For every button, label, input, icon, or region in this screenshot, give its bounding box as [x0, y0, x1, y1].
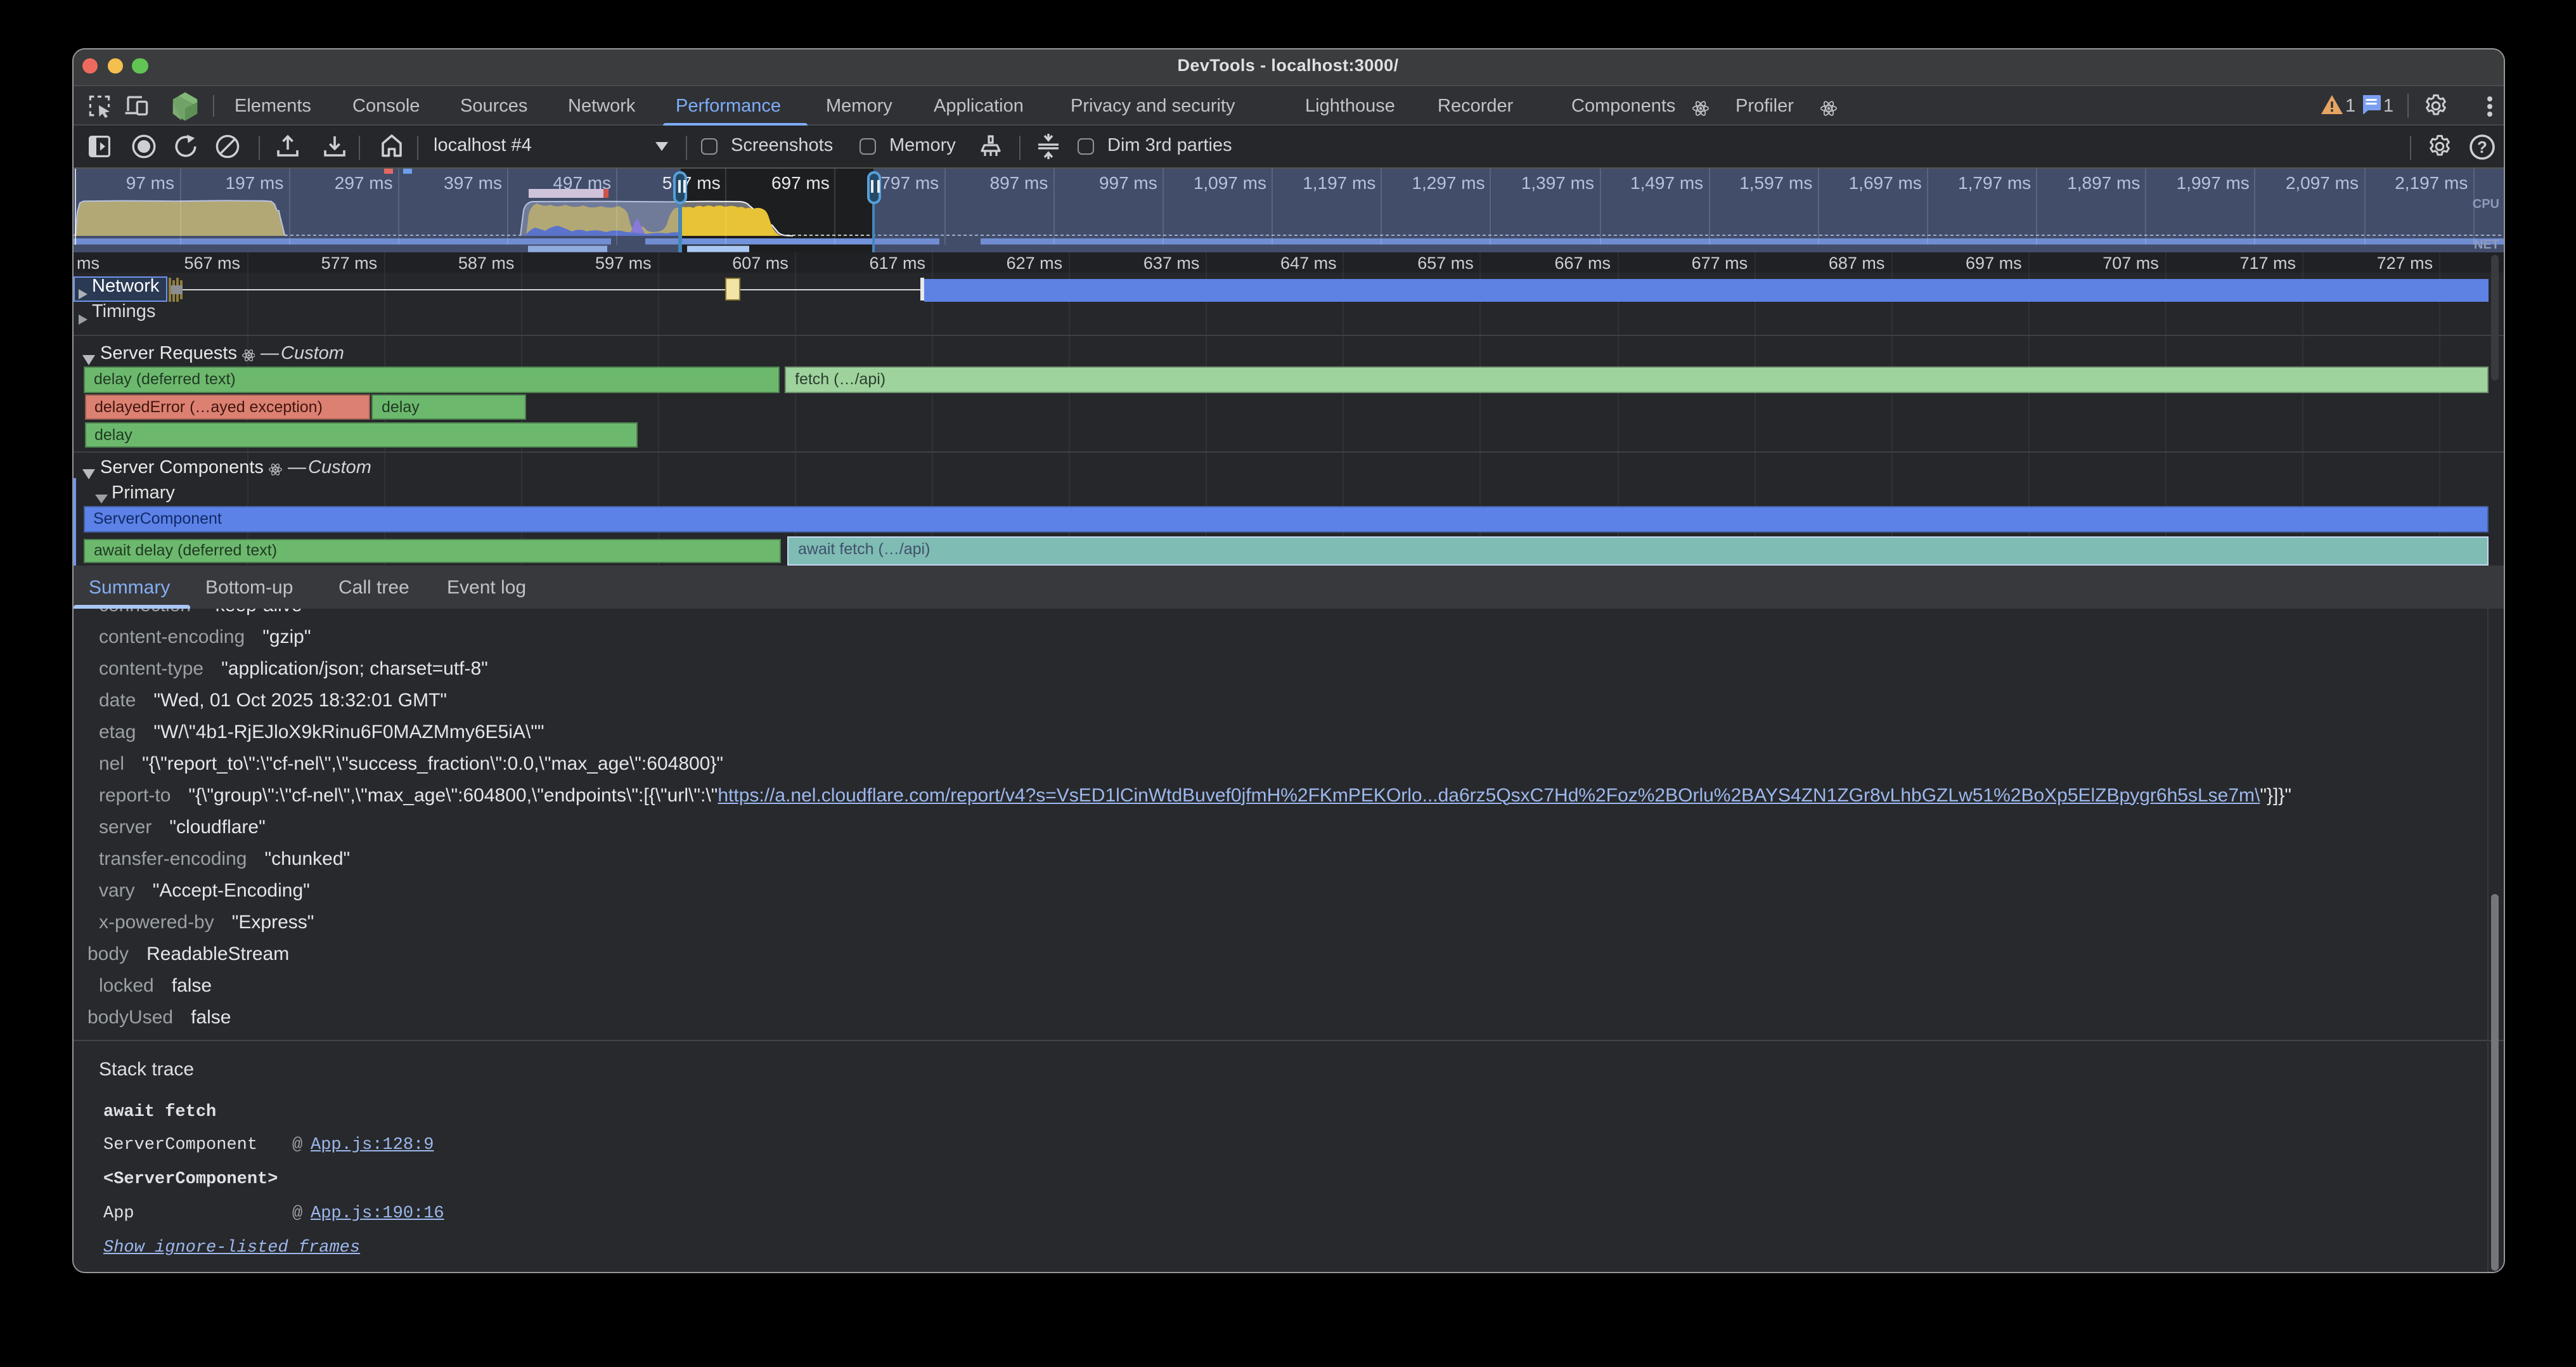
- svg-text:?: ?: [2477, 137, 2487, 156]
